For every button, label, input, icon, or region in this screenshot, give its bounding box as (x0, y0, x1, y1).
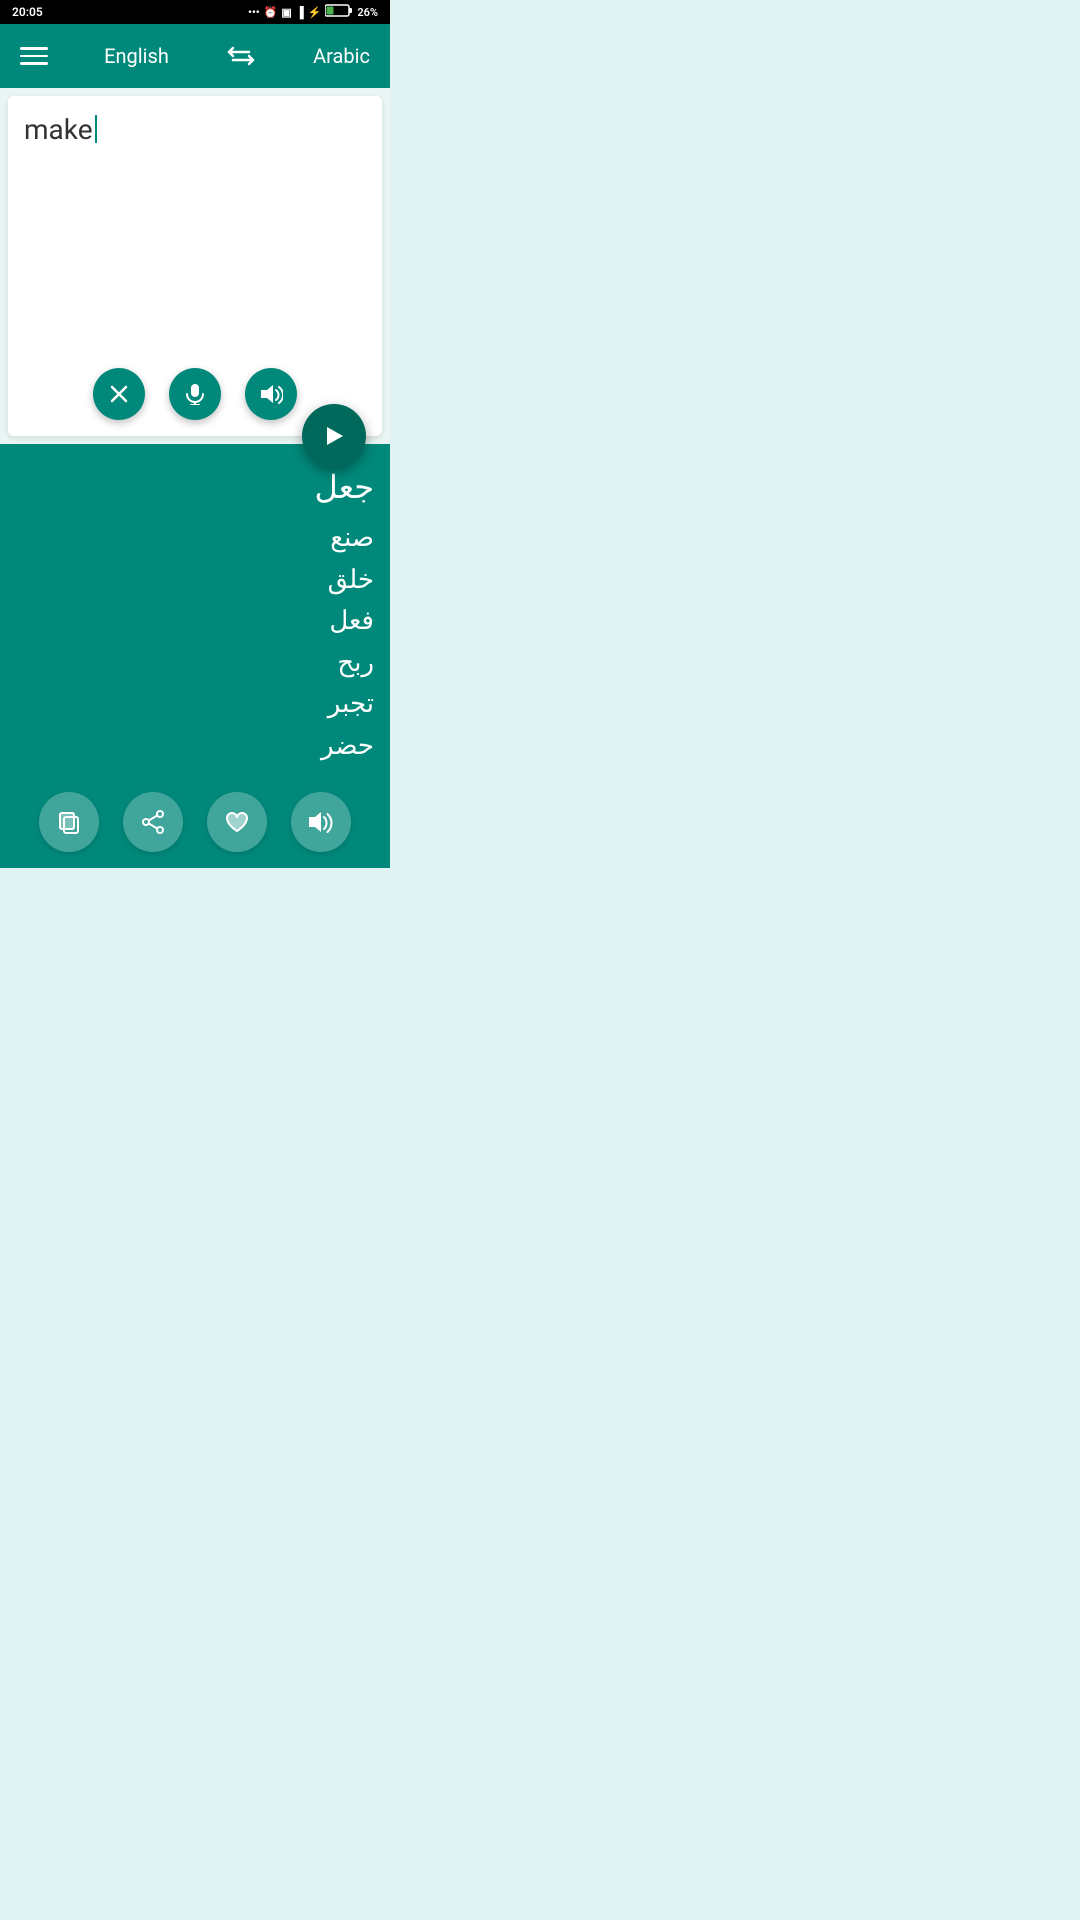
translate-button[interactable] (302, 404, 366, 468)
source-language[interactable]: English (104, 44, 169, 68)
battery-icon (325, 4, 353, 20)
clear-button[interactable] (93, 368, 145, 420)
favorite-button[interactable] (207, 792, 267, 852)
input-section: make (0, 88, 390, 444)
status-dots: ••• (248, 6, 260, 19)
speaker-button-output[interactable] (291, 792, 351, 852)
output-section: جعل صنع خلق فعل ربح تجبر حضر (0, 444, 390, 868)
signal-icon: ▐ (296, 6, 304, 19)
microphone-button[interactable] (169, 368, 221, 420)
charge-icon: ⚡ (308, 6, 322, 19)
input-text: make (24, 113, 93, 146)
menu-button[interactable] (20, 47, 48, 65)
input-text-display[interactable]: make (24, 112, 366, 148)
share-button[interactable] (123, 792, 183, 852)
sim-icon: ▣ (281, 6, 291, 19)
app-header: English Arabic (0, 24, 390, 88)
text-cursor (95, 115, 97, 143)
menu-line-1 (20, 47, 48, 50)
menu-line-3 (20, 62, 48, 65)
target-language[interactable]: Arabic (313, 44, 370, 68)
input-card: make (8, 96, 382, 436)
alt-translation-5: تجبر (321, 684, 374, 726)
battery-percent: 26% (357, 6, 378, 19)
status-bar: 20:05 ••• ⏰ ▣ ▐ ⚡ 26% (0, 0, 390, 24)
status-time: 20:05 (12, 5, 43, 19)
alt-translation-1: صنع (321, 518, 374, 560)
alarm-icon: ⏰ (264, 6, 278, 19)
output-content: جعل صنع خلق فعل ربح تجبر حضر (16, 468, 374, 768)
alt-translation-6: حضر (321, 726, 374, 768)
output-actions (16, 792, 374, 852)
speaker-button-input[interactable] (245, 368, 297, 420)
alternative-translations: صنع خلق فعل ربح تجبر حضر (321, 518, 374, 768)
menu-line-2 (20, 55, 48, 58)
main-translation: جعل (315, 468, 374, 506)
alt-translation-4: ربح (321, 643, 374, 685)
alt-translation-3: فعل (321, 601, 374, 643)
copy-button[interactable] (39, 792, 99, 852)
alt-translation-2: خلق (321, 560, 374, 602)
swap-languages-button[interactable] (225, 44, 257, 68)
status-icons: ••• ⏰ ▣ ▐ ⚡ 26% (248, 4, 378, 20)
